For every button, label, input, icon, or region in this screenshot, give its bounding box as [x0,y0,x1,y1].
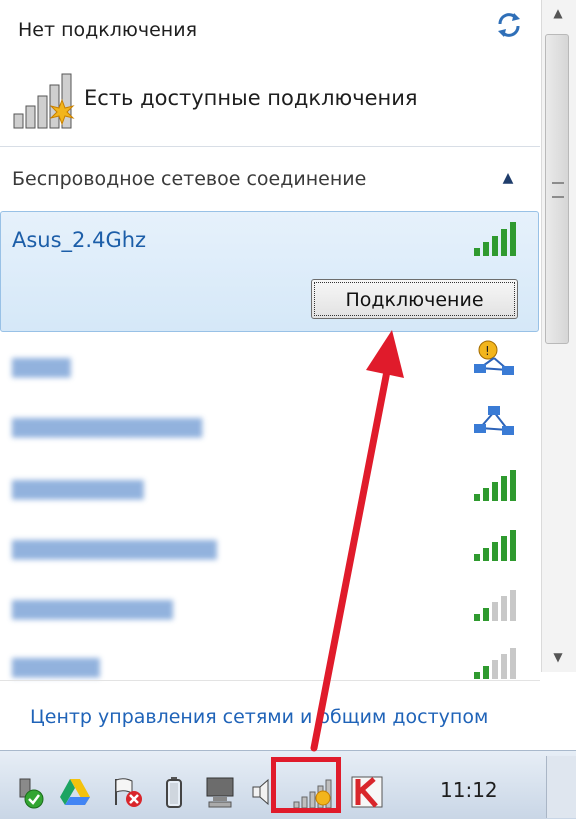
signal-strength-icon [472,220,520,258]
battery-icon[interactable] [160,775,194,809]
shared-network-icon [470,400,518,440]
divider [0,680,540,681]
connection-status: Нет подключения [18,19,197,41]
divider [0,146,540,147]
availability-text: Есть доступные подключения [84,86,418,110]
connect-button[interactable]: Подключение [311,279,518,319]
scroll-down-icon[interactable]: ▼ [545,650,571,668]
display-icon[interactable] [204,775,238,809]
network-name-blurred: ▇▇▇▇▇▇▇▇▇▇▇▇▇ [12,416,202,438]
signal-strength-icon [472,588,520,622]
action-center-flag-icon[interactable] [110,775,144,809]
shared-network-warning-icon: ! [470,340,518,380]
network-name: Asus_2.4Ghz [12,228,147,252]
network-name-blurred: ▇▇▇▇▇▇ [12,656,100,678]
section-title: Беспроводное сетевое соединение [12,168,367,190]
wireless-available-icon [10,70,78,132]
network-center-link[interactable]: Центр управления сетями и общим доступом [30,706,488,728]
network-name-blurred: ▇▇▇▇▇▇▇▇▇▇▇ [12,598,173,620]
collapse-chevron-icon[interactable]: ▲ [498,170,518,188]
signal-strength-icon [472,646,520,680]
network-name-blurred: ▇▇▇▇ [12,356,71,378]
taskbar-scrollbar[interactable] [546,756,576,818]
scrollbar-grip [552,182,564,198]
signal-strength-icon [472,528,520,562]
signal-strength-icon [472,468,520,502]
network-list-item[interactable]: ▇▇▇▇▇▇▇▇▇ [0,468,540,518]
scroll-up-icon[interactable]: ▲ [545,6,571,24]
svg-text:!: ! [485,344,490,358]
network-list-item[interactable]: ▇▇▇▇ ! [0,340,540,396]
usb-safe-remove-icon[interactable] [14,775,48,809]
network-list-item[interactable]: ▇▇▇▇▇▇ [0,646,540,696]
refresh-icon[interactable] [494,10,524,40]
network-list-item[interactable]: ▇▇▇▇▇▇▇▇▇▇▇▇▇▇ [0,528,540,578]
network-name-blurred: ▇▇▇▇▇▇▇▇▇▇▇▇▇▇ [12,538,217,560]
google-drive-icon[interactable] [58,775,92,809]
network-list-item[interactable]: ▇▇▇▇▇▇▇▇▇▇▇ [0,588,540,638]
kaspersky-icon[interactable] [350,775,384,809]
network-name-blurred: ▇▇▇▇▇▇▇▇▇ [12,478,144,500]
network-flyout: Нет подключения Есть доступные подключен… [0,0,576,750]
clock[interactable]: 11:12 [440,778,498,802]
network-list-item[interactable]: ▇▇▇▇▇▇▇▇▇▇▇▇▇ [0,406,540,456]
tray-highlight-box [271,757,341,813]
